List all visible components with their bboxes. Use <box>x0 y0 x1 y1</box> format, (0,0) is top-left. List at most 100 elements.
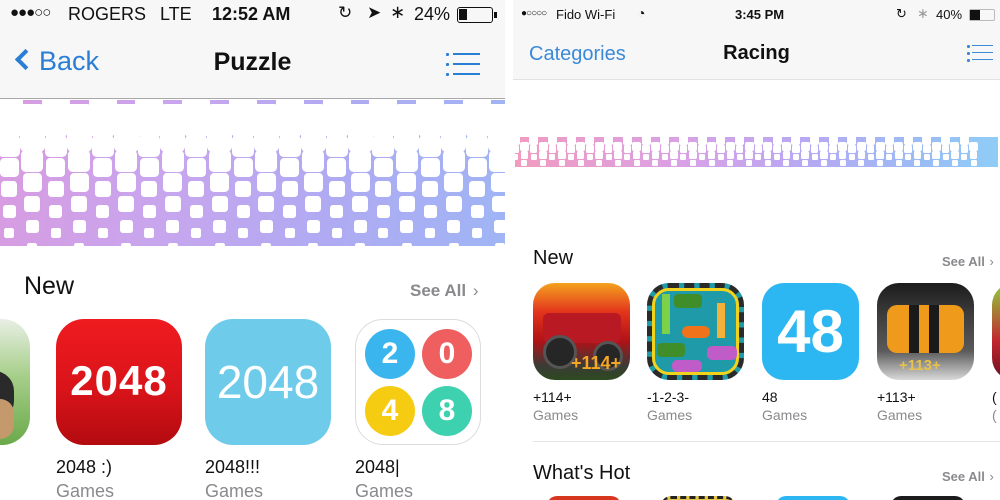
banner-square <box>605 154 612 161</box>
banner-square <box>97 227 108 238</box>
path-green <box>662 294 670 334</box>
banner-square <box>469 181 485 198</box>
navigation-bar: Categories Racing <box>513 30 1000 80</box>
banner-square <box>258 196 275 213</box>
banner-square <box>669 141 679 151</box>
banner-square <box>791 137 801 145</box>
banner-square <box>547 137 557 145</box>
banner-square <box>856 141 866 151</box>
banner-square <box>25 219 39 233</box>
banner-square <box>121 242 131 246</box>
app-icon[interactable] <box>776 496 850 500</box>
banner-square <box>773 145 781 153</box>
banner-square <box>772 137 782 145</box>
banner-square <box>22 173 42 193</box>
app-icon: 2048 <box>56 319 182 445</box>
banner-square <box>352 196 368 213</box>
banner-square <box>373 158 393 178</box>
banner-square <box>641 137 651 145</box>
banner-square <box>445 196 462 213</box>
banner-square <box>113 127 139 153</box>
page-title: Racing <box>723 42 790 64</box>
banner-square <box>69 173 89 193</box>
banner-square <box>447 219 461 233</box>
banner-square <box>4 227 14 238</box>
banner-square <box>923 154 930 161</box>
banner-square <box>689 160 696 167</box>
banner-square <box>689 151 697 159</box>
banner-square <box>236 204 250 218</box>
banner-square <box>838 141 848 151</box>
banner-square <box>643 154 650 161</box>
banner-square <box>138 135 161 158</box>
app-icon: 2048 <box>205 319 331 445</box>
banner-square <box>763 151 772 159</box>
banner-square <box>596 160 603 167</box>
battery-tip <box>494 12 497 18</box>
banner-square <box>549 154 556 161</box>
app-name: +114+ <box>533 389 572 405</box>
banner-square <box>613 141 623 151</box>
banner-square <box>423 204 437 218</box>
banner-square <box>375 181 392 198</box>
banner-square <box>725 141 735 151</box>
see-all-link[interactable]: See All › <box>942 254 994 269</box>
banner-square <box>959 137 969 145</box>
banner-square <box>680 154 687 161</box>
banner-square <box>19 127 45 153</box>
banner-square <box>960 145 969 153</box>
app-icon <box>647 283 744 380</box>
banner-square <box>950 141 960 151</box>
banner-square <box>188 181 205 198</box>
app-name: 2048!!! <box>205 457 261 477</box>
car-green <box>674 294 702 308</box>
banner-square <box>941 145 950 153</box>
banner-square <box>650 141 660 151</box>
banner-square <box>792 154 799 161</box>
digit-circle: 8 <box>422 386 472 436</box>
banner-square <box>189 204 203 218</box>
banner-square <box>931 141 941 151</box>
banner-square <box>717 154 724 161</box>
section-title-new: New <box>533 247 574 269</box>
banner-square <box>160 127 186 153</box>
banner-square <box>283 204 297 218</box>
banner-square <box>538 141 548 151</box>
banner-square <box>232 135 254 158</box>
banner-square <box>811 154 818 161</box>
location-arrow-icon: ➤ <box>367 3 382 22</box>
banner-square <box>632 141 642 151</box>
chevron-right-icon: › <box>989 254 994 269</box>
app-icon[interactable] <box>661 496 735 500</box>
network-type: LTE <box>160 4 192 24</box>
banner-square <box>604 145 613 153</box>
banner-square <box>744 141 754 151</box>
banner-square <box>661 145 669 153</box>
banner-square <box>116 173 136 193</box>
see-all-label: See All <box>942 254 985 269</box>
app-name: ( <box>992 389 997 405</box>
banner-square <box>119 219 133 233</box>
see-all-link[interactable]: See All › <box>410 281 478 301</box>
see-all-link[interactable]: See All › <box>942 469 994 484</box>
list-icon[interactable] <box>446 52 480 76</box>
banner-square <box>717 145 725 153</box>
banner-square <box>951 151 959 159</box>
banner-square <box>830 154 837 161</box>
banner-square <box>866 137 876 145</box>
banner-square <box>558 160 565 167</box>
app-icon[interactable] <box>547 496 621 500</box>
banner-square <box>614 151 622 159</box>
list-icon[interactable] <box>967 45 993 62</box>
app-icon[interactable] <box>891 496 965 500</box>
banner-square <box>185 135 208 158</box>
battery-icon <box>969 9 995 21</box>
app-category: Games <box>205 481 264 500</box>
digit-circle: 2 <box>365 329 415 379</box>
banner-square <box>670 151 678 159</box>
banner-square <box>866 145 875 153</box>
car-green <box>657 343 685 357</box>
banner-square <box>661 154 668 161</box>
banner-square <box>515 137 520 145</box>
banner-square <box>847 137 857 145</box>
